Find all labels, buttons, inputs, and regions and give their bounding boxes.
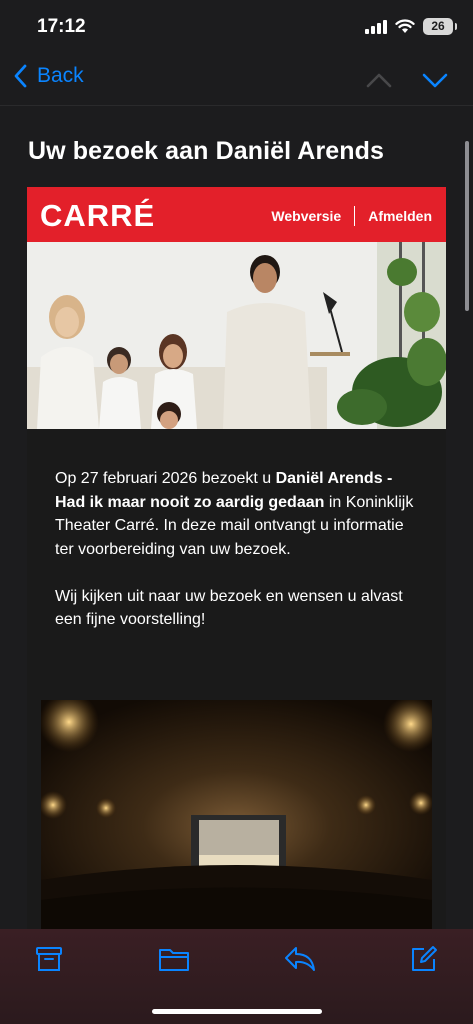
webversie-link[interactable]: Webversie	[271, 208, 341, 224]
afmelden-link[interactable]: Afmelden	[368, 208, 432, 224]
chevron-left-icon	[14, 64, 27, 88]
compose-icon[interactable]	[409, 944, 439, 974]
theatre-image	[41, 700, 432, 929]
message-content[interactable]: Uw bezoek aan Daniël Arends CARRÉ Webver…	[0, 107, 473, 929]
battery-icon: 26	[423, 18, 457, 35]
carre-logo: CARRÉ	[40, 198, 156, 233]
reply-icon[interactable]	[283, 944, 317, 974]
email-header: CARRÉ Webversie Afmelden	[27, 187, 446, 242]
status-bar: 17:12 26	[0, 0, 473, 56]
back-button[interactable]: Back	[14, 64, 84, 88]
chevron-down-icon[interactable]	[420, 66, 450, 94]
home-indicator[interactable]	[152, 1009, 322, 1014]
bottom-toolbar	[0, 929, 473, 1024]
scrollbar[interactable]	[465, 141, 469, 311]
chevron-up-icon[interactable]	[364, 66, 394, 94]
status-time: 17:12	[37, 16, 86, 37]
signal-icon	[365, 19, 387, 34]
back-label: Back	[37, 64, 84, 87]
intro-text-a: Op 27 februari 2026 bezoekt u	[55, 470, 276, 487]
hero-image	[27, 242, 446, 429]
intro-paragraph: Op 27 februari 2026 bezoekt u Daniël Are…	[55, 467, 425, 561]
link-divider	[354, 206, 356, 226]
email-body-text: Op 27 februari 2026 bezoekt u Daniël Are…	[55, 467, 425, 632]
header-links: Webversie Afmelden	[271, 206, 432, 226]
status-icons: 26	[365, 18, 457, 35]
nav-bar: Back	[0, 56, 473, 106]
wifi-icon	[395, 19, 415, 33]
closing-paragraph: Wij kijken uit naar uw bezoek en wensen …	[55, 587, 403, 629]
archive-icon[interactable]	[34, 944, 64, 974]
email-body: CARRÉ Webversie Afmelden Op 27 februari …	[27, 187, 446, 929]
email-subject: Uw bezoek aan Daniël Arends	[28, 137, 385, 165]
folder-icon[interactable]	[157, 944, 191, 974]
